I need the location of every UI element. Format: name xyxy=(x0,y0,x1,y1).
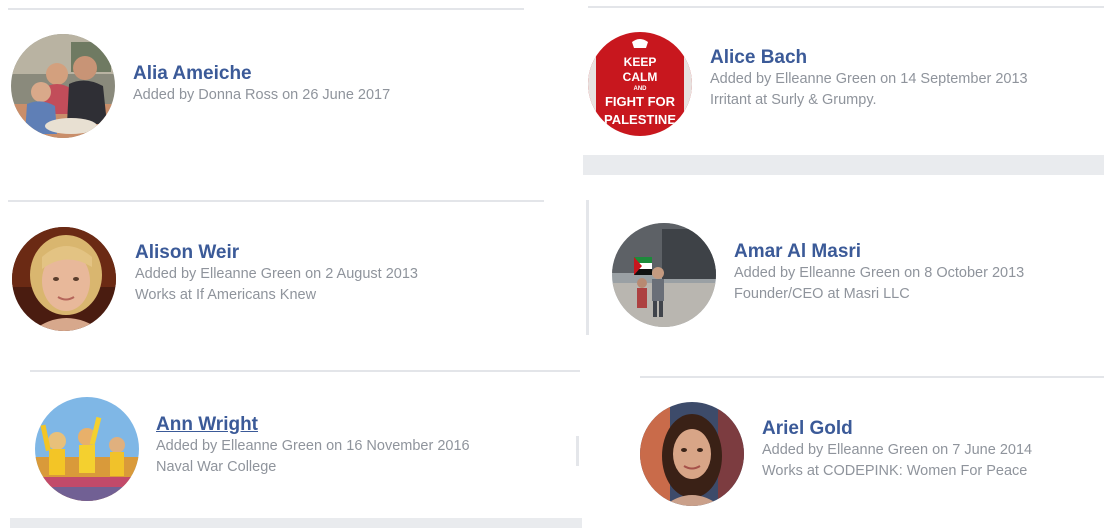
poster-text: PALESTINE xyxy=(604,112,676,127)
added-by-text: Added by Donna Ross on 26 June 2017 xyxy=(133,87,391,103)
friend-name-link[interactable]: Alison Weir xyxy=(135,242,418,264)
card-edge xyxy=(586,200,589,335)
poster-text: CALM xyxy=(623,70,658,84)
added-by-text: Added by Elleanne Green on 2 August 2013 xyxy=(135,266,418,282)
avatar[interactable] xyxy=(11,34,115,138)
crowd-photo-icon xyxy=(35,397,139,501)
added-by-text: Added by Elleanne Green on 16 November 2… xyxy=(156,438,470,454)
portrait-dark-hair-woman-icon xyxy=(640,402,744,506)
poster-text: AND xyxy=(634,86,648,92)
friend-name-link[interactable]: Alice Bach xyxy=(710,47,1028,69)
avatar[interactable] xyxy=(640,402,744,506)
avatar[interactable]: KEEP CALM AND FIGHT FOR PALESTINE xyxy=(588,32,692,136)
work-text: Works at If Americans Knew xyxy=(135,287,317,303)
portrait-blonde-woman-icon xyxy=(12,227,116,331)
divider xyxy=(640,376,1104,378)
keep-calm-poster-icon: KEEP CALM AND FIGHT FOR PALESTINE xyxy=(588,32,692,136)
poster-text: KEEP xyxy=(624,55,657,69)
work-text: Irritant at Surly & Grumpy. xyxy=(710,92,877,108)
added-by-text: Added by Elleanne Green on 14 September … xyxy=(710,71,1028,87)
avatar[interactable] xyxy=(612,223,716,327)
friend-name-link[interactable]: Ann Wright xyxy=(156,414,470,436)
divider xyxy=(588,6,1104,8)
card-edge xyxy=(576,436,579,466)
protest-photo-icon xyxy=(612,223,716,327)
family-photo-icon xyxy=(11,34,115,138)
divider xyxy=(8,200,544,202)
divider xyxy=(8,8,524,10)
card-footer-band xyxy=(10,518,582,528)
friend-name-link[interactable]: Amar Al Masri xyxy=(734,241,1024,263)
poster-text: FIGHT FOR xyxy=(605,94,676,109)
avatar[interactable] xyxy=(12,227,116,331)
added-by-text: Added by Elleanne Green on 7 June 2014 xyxy=(762,442,1033,458)
added-by-text: Added by Elleanne Green on 8 October 201… xyxy=(734,265,1025,281)
friend-name-link[interactable]: Ariel Gold xyxy=(762,418,1032,440)
avatar[interactable] xyxy=(35,397,139,501)
work-text: Founder/CEO at Masri LLC xyxy=(734,286,910,302)
card-footer-band xyxy=(583,155,1104,175)
work-text: Naval War College xyxy=(156,459,277,475)
divider xyxy=(30,370,580,372)
friend-name-link[interactable]: Alia Ameiche xyxy=(133,63,390,85)
work-text: Works at CODEPINK: Women For Peace xyxy=(762,463,1028,479)
